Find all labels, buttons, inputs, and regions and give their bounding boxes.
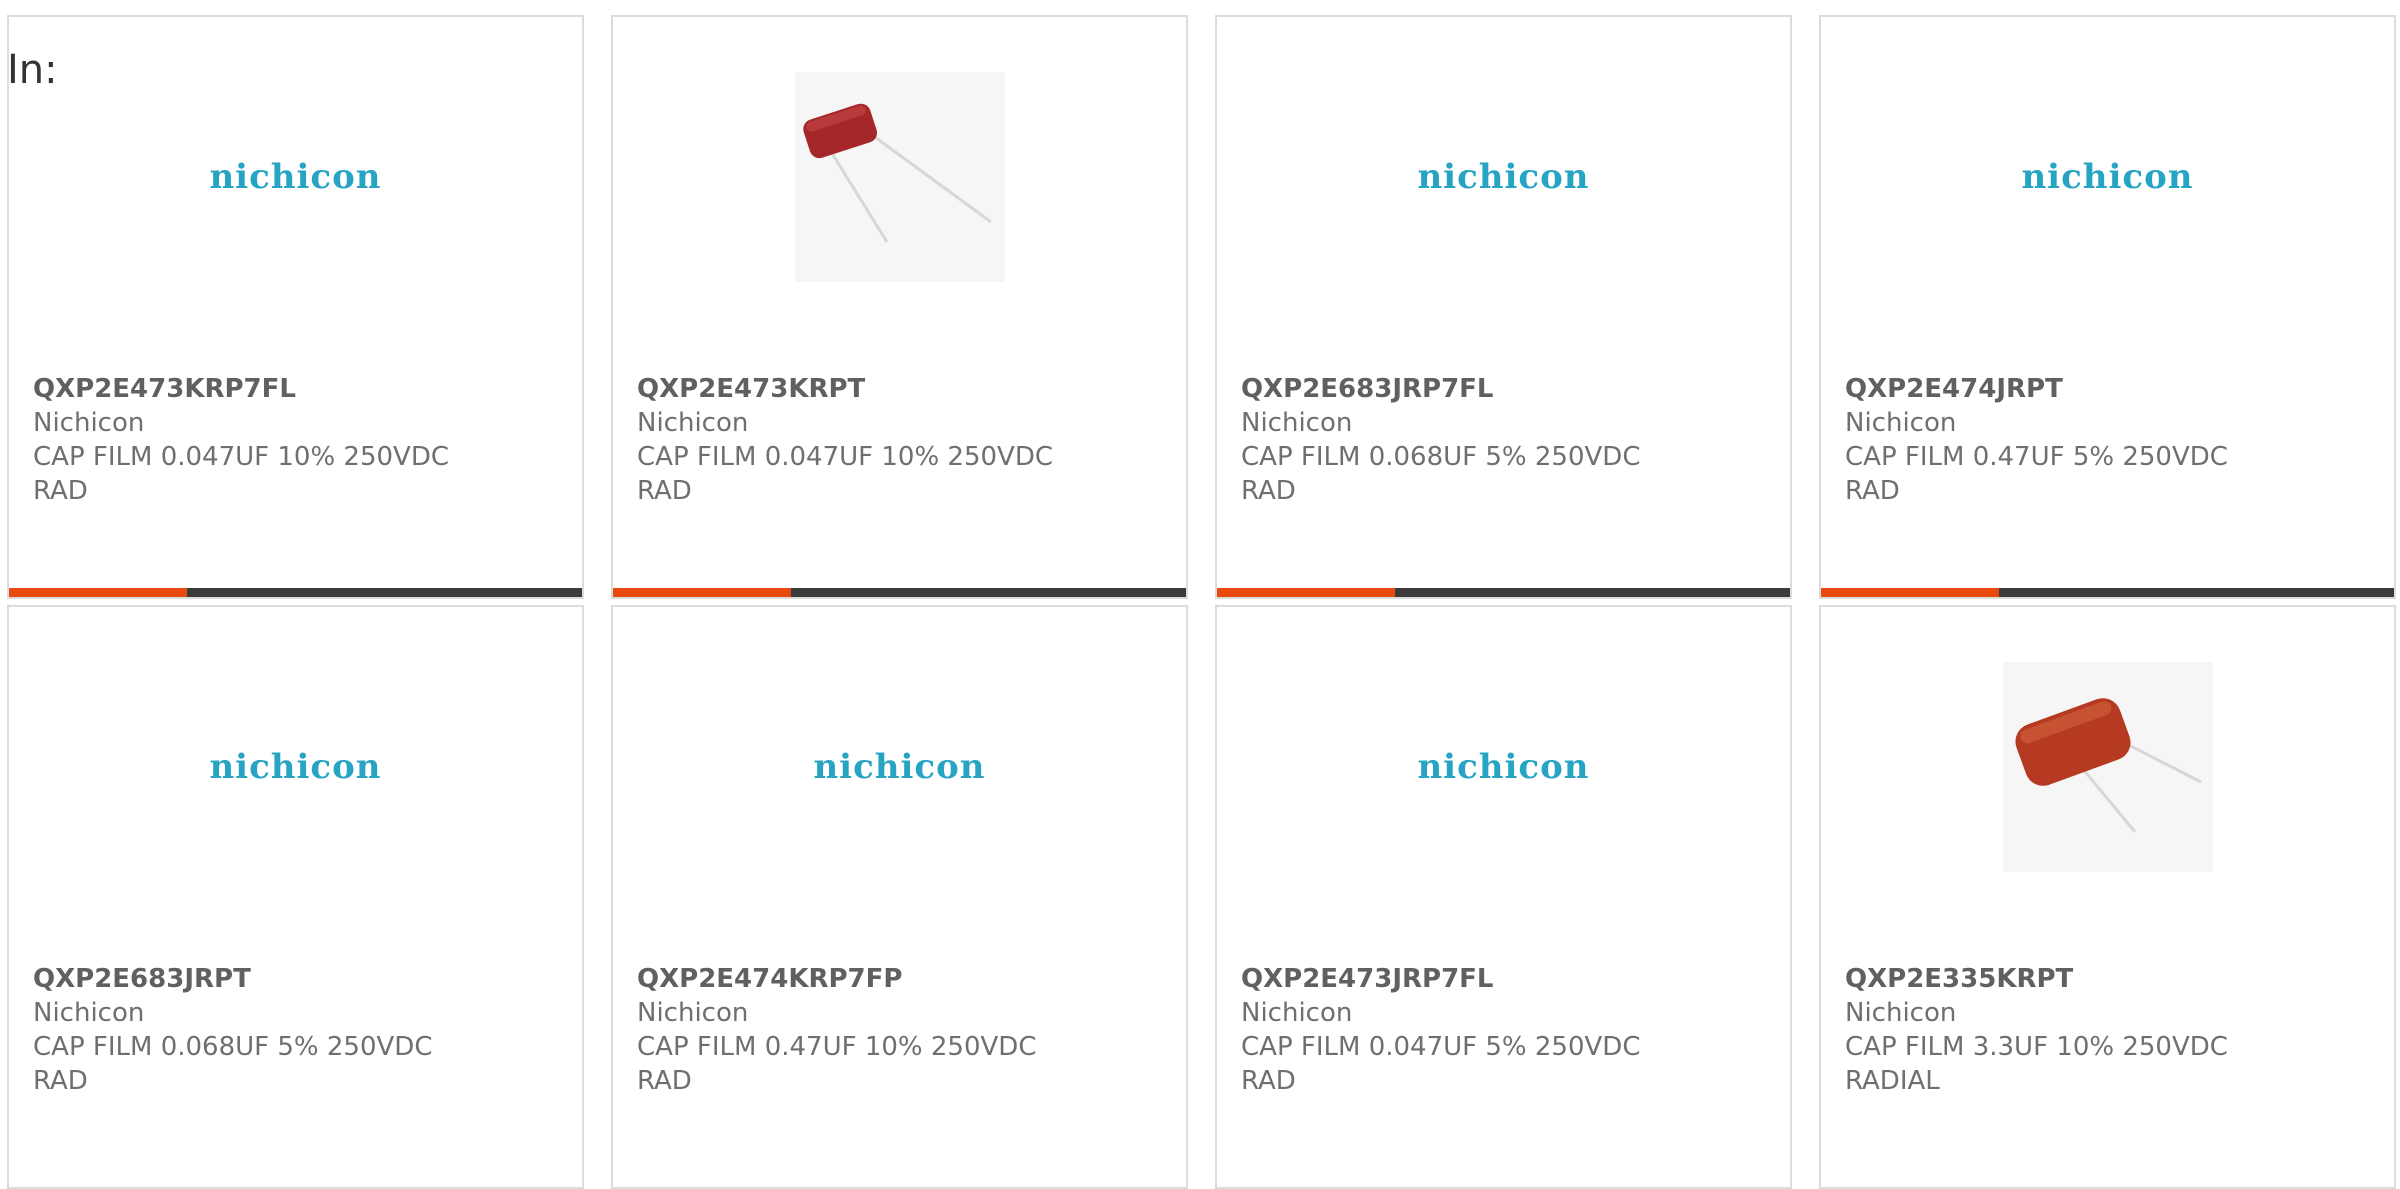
part-number[interactable]: QXP2E683JRP7FL (1241, 372, 1766, 406)
filter-label: In: (7, 47, 58, 93)
nichicon-logo: nichicon (813, 747, 986, 787)
card-bottom-bar (1217, 588, 1790, 597)
product-card[interactable]: QXP2E473KRPT Nichicon CAP FILM 0.047UF 1… (611, 15, 1188, 599)
description: CAP FILM 0.068UF 5% 250VDC RAD (33, 1032, 433, 1096)
product-image: nichicon (9, 662, 582, 872)
description: CAP FILM 0.047UF 5% 250VDC RAD (1241, 1032, 1641, 1096)
product-image: nichicon (9, 72, 582, 282)
description: CAP FILM 3.3UF 10% 250VDC RADIAL (1845, 1032, 2228, 1096)
nichicon-logo: nichicon (1417, 747, 1590, 787)
nichicon-logo: nichicon (2021, 157, 2194, 197)
manufacturer: Nichicon (1241, 408, 1353, 438)
nichicon-logo: nichicon (209, 157, 382, 197)
manufacturer: Nichicon (1241, 998, 1353, 1028)
product-card[interactable]: nichicon QXP2E474JRPT Nichicon CAP FILM … (1819, 15, 2396, 599)
product-card[interactable]: QXP2E335KRPT Nichicon CAP FILM 3.3UF 10%… (1819, 605, 2396, 1189)
capacitor-photo (794, 72, 1005, 282)
card-bottom-bar (1821, 588, 2394, 597)
product-info: QXP2E474JRPT Nichicon CAP FILM 0.47UF 5%… (1845, 372, 2370, 508)
product-info: QXP2E473KRPT Nichicon CAP FILM 0.047UF 1… (637, 372, 1162, 508)
product-info: QXP2E683JRPT Nichicon CAP FILM 0.068UF 5… (33, 962, 558, 1098)
manufacturer: Nichicon (33, 998, 145, 1028)
product-image (1821, 662, 2394, 872)
part-number[interactable]: QXP2E683JRPT (33, 962, 558, 996)
product-card[interactable]: nichicon QXP2E683JRPT Nichicon CAP FILM … (7, 605, 584, 1189)
description: CAP FILM 0.047UF 10% 250VDC RAD (33, 442, 450, 506)
nichicon-logo: nichicon (1417, 157, 1590, 197)
card-bottom-bar (613, 588, 1186, 597)
manufacturer: Nichicon (33, 408, 145, 438)
product-info: QXP2E473JRP7FL Nichicon CAP FILM 0.047UF… (1241, 962, 1766, 1098)
product-info: QXP2E474KRP7FP Nichicon CAP FILM 0.47UF … (637, 962, 1162, 1098)
part-number[interactable]: QXP2E473JRP7FL (1241, 962, 1766, 996)
product-image: nichicon (1217, 72, 1790, 282)
accent-bar (1217, 588, 1395, 597)
product-card[interactable]: nichicon QXP2E474KRP7FP Nichicon CAP FIL… (611, 605, 1188, 1189)
product-card[interactable]: nichicon QXP2E473KRP7FL Nichicon CAP FIL… (7, 15, 584, 599)
part-number[interactable]: QXP2E473KRP7FL (33, 372, 558, 406)
product-info: QXP2E473KRP7FL Nichicon CAP FILM 0.047UF… (33, 372, 558, 508)
product-image (613, 72, 1186, 282)
manufacturer: Nichicon (1845, 998, 1957, 1028)
manufacturer: Nichicon (637, 998, 749, 1028)
part-number[interactable]: QXP2E474JRPT (1845, 372, 2370, 406)
description: CAP FILM 0.068UF 5% 250VDC RAD (1241, 442, 1641, 506)
product-grid: In: nichicon QXP2E473KRP7FL Nichicon CAP… (0, 0, 2400, 1189)
description: CAP FILM 0.47UF 10% 250VDC RAD (637, 1032, 1037, 1096)
accent-bar (1821, 588, 1999, 597)
manufacturer: Nichicon (1845, 408, 1957, 438)
description: CAP FILM 0.047UF 10% 250VDC RAD (637, 442, 1054, 506)
product-info: QXP2E335KRPT Nichicon CAP FILM 3.3UF 10%… (1845, 962, 2370, 1098)
card-bottom-bar (9, 588, 582, 597)
product-card[interactable]: nichicon QXP2E473JRP7FL Nichicon CAP FIL… (1215, 605, 1792, 1189)
nichicon-logo: nichicon (209, 747, 382, 787)
product-image: nichicon (1821, 72, 2394, 282)
manufacturer: Nichicon (637, 408, 749, 438)
accent-bar (9, 588, 187, 597)
product-card[interactable]: nichicon QXP2E683JRP7FL Nichicon CAP FIL… (1215, 15, 1792, 599)
product-image: nichicon (1217, 662, 1790, 872)
description: CAP FILM 0.47UF 5% 250VDC RAD (1845, 442, 2228, 506)
product-info: QXP2E683JRP7FL Nichicon CAP FILM 0.068UF… (1241, 372, 1766, 508)
accent-bar (613, 588, 791, 597)
part-number[interactable]: QXP2E474KRP7FP (637, 962, 1162, 996)
part-number[interactable]: QXP2E335KRPT (1845, 962, 2370, 996)
product-image: nichicon (613, 662, 1186, 872)
part-number[interactable]: QXP2E473KRPT (637, 372, 1162, 406)
capacitor-photo (2002, 662, 2213, 872)
